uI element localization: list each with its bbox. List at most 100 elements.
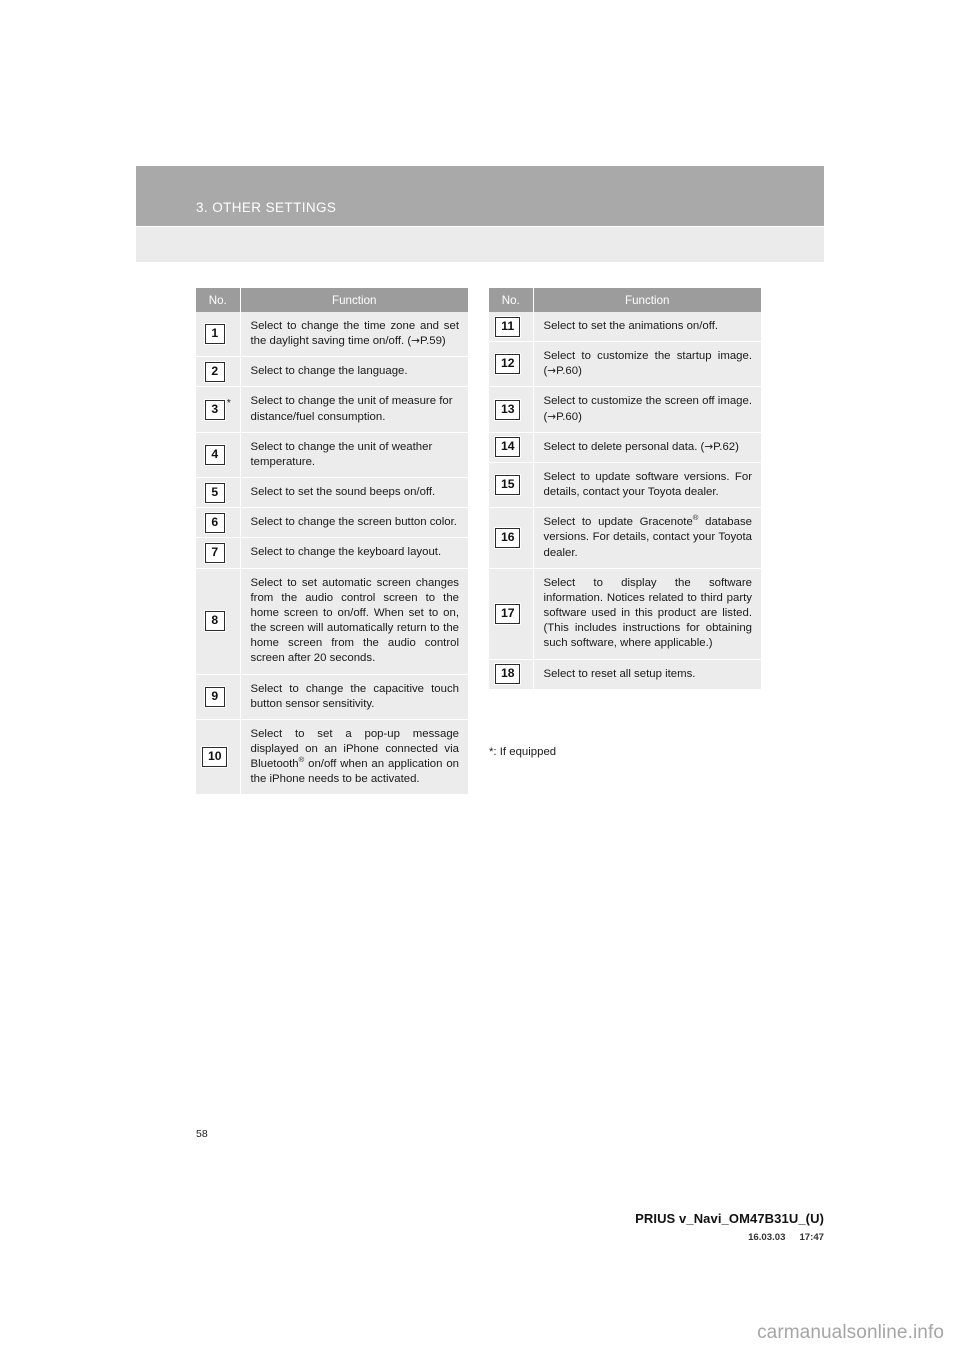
row-function-cell: Select to delete personal data. (→P.62) — [533, 432, 761, 463]
number-box-icon: 18 — [494, 663, 526, 686]
number-box-icon: 4 — [203, 443, 231, 466]
row-function-cell: Select to set a pop-up message displayed… — [240, 719, 468, 795]
number-box-icon: 5 — [203, 481, 231, 504]
number-box-icon: 12 — [494, 353, 526, 376]
table-row: 14 Select to delete personal data. (→P.62… — [489, 432, 761, 463]
arrow-icon: → — [704, 440, 714, 453]
number-box-icon: 2 — [203, 360, 231, 383]
row-number-cell: 13 — [489, 386, 534, 433]
number-box-icon: 13 — [494, 398, 526, 421]
table-row: 11 Select to set the animations on/off. — [489, 312, 761, 343]
column-header-function: Function — [533, 288, 761, 312]
site-watermark: carmanualsonline.info — [757, 1322, 944, 1343]
number-box-value: 5 — [203, 481, 226, 504]
number-box-value: 8 — [203, 610, 226, 633]
row-function-cell: Select to change the capacitive touch bu… — [240, 674, 468, 720]
table-row: 5 Select to set the sound beeps on/off. — [196, 477, 468, 509]
table-header-row: No. Function — [489, 288, 761, 312]
row-function-cell: Select to set automatic screen changes f… — [240, 568, 468, 675]
registered-mark: ® — [692, 513, 699, 523]
row-number-cell: 15 — [489, 462, 534, 509]
table-row: 9 Select to change the capacitive touch b… — [196, 674, 468, 720]
table-row: 10 Select to set a pop-up message display… — [196, 719, 468, 795]
number-box-value: 2 — [203, 360, 226, 383]
chapter-title: 3. OTHER SETTINGS — [196, 200, 337, 215]
page-number: 58 — [196, 1128, 208, 1140]
number-box-value: 4 — [203, 443, 226, 466]
table-body-right: 11 Select to set the animations on/off. 12… — [489, 312, 761, 689]
row-number-cell: 14 — [489, 432, 534, 463]
footnote-if-equipped: *: If equipped — [489, 746, 557, 758]
arrow-icon: → — [547, 410, 557, 423]
number-box-value: 16 — [494, 526, 522, 549]
row-function-cell: Select to change the unit of weather tem… — [240, 432, 468, 479]
row-function-cell: Select to set the sound beeps on/off. — [240, 477, 468, 509]
number-box-value: 11 — [494, 315, 522, 338]
asterisk-icon: * — [226, 397, 231, 409]
number-box-value: 1 — [203, 323, 226, 346]
row-function-cell: Select to customize the screen off image… — [533, 386, 761, 433]
row-number-cell: 5 — [196, 477, 241, 509]
number-box-value: 15 — [494, 474, 522, 497]
number-box-icon: 8 — [203, 610, 231, 633]
row-function-cell: Select to display the software informati… — [533, 568, 761, 660]
number-box-icon: 16 — [494, 526, 526, 549]
number-box-icon: 17 — [494, 602, 526, 625]
column-header-no: No. — [196, 288, 241, 312]
number-box-value: 17 — [494, 602, 522, 625]
number-box-value: 7 — [203, 541, 226, 564]
number-box-icon: 3 * — [203, 397, 231, 421]
row-function-cell: Select to set the animations on/off. — [533, 312, 761, 343]
row-function-cell: Select to update Gracenote® database ver… — [533, 507, 761, 569]
arrow-icon: → — [547, 365, 557, 378]
number-box-icon: 9 — [203, 685, 231, 708]
chapter-header-band — [136, 166, 824, 226]
table-row: 16 Select to update Gracenote® database v… — [489, 507, 761, 569]
row-number-cell: 9 — [196, 674, 241, 720]
number-box-value: 13 — [494, 398, 522, 421]
number-box-value: 18 — [494, 663, 522, 686]
column-header-no: No. — [489, 288, 534, 312]
number-box-icon: 6 — [203, 511, 231, 534]
table-row: 7 Select to change the keyboard layout. — [196, 537, 468, 569]
row-number-cell: 12 — [489, 341, 534, 388]
number-box-icon: 10 — [201, 746, 233, 769]
number-box-icon: 11 — [494, 315, 526, 338]
table-row: 6 Select to change the screen button colo… — [196, 507, 468, 539]
table-header-row: No. Function — [196, 288, 468, 312]
row-number-cell: 16 — [489, 507, 534, 569]
table-row: 13 Select to customize the screen off ima… — [489, 386, 761, 433]
row-function-cell: Select to reset all setup items. — [533, 659, 761, 689]
row-number-cell: 17 — [489, 568, 534, 660]
number-box-icon: 15 — [494, 474, 526, 497]
row-function-cell: Select to customize the startup image. (… — [533, 341, 761, 388]
number-box-icon: 14 — [494, 436, 526, 459]
stamp-time: 17:47 — [799, 1232, 824, 1243]
document-id: PRIUS v_Navi_OM47B31U_(U) — [635, 1211, 824, 1226]
row-function-cell: Select to change the language. — [240, 356, 468, 388]
row-number-cell: 3 * — [196, 386, 241, 433]
stamp-date: 16.03.03 — [748, 1232, 786, 1243]
column-header-function: Function — [240, 288, 468, 312]
registered-mark: ® — [298, 755, 305, 765]
table-row: 2 Select to change the language. — [196, 356, 468, 388]
document-stamp: 16.03.03 17:47 — [0, 1232, 824, 1243]
row-number-cell: 6 — [196, 507, 241, 539]
row-number-cell: 10 — [196, 719, 241, 795]
table-row: 4 Select to change the unit of weather te… — [196, 432, 468, 479]
settings-table-right: No. Function 11 Select to set the animati… — [489, 288, 761, 689]
number-box-icon: 7 — [203, 541, 231, 564]
table-row: 18 Select to reset all setup items. — [489, 659, 761, 689]
number-box-value: 14 — [494, 436, 522, 459]
number-box-icon: 1 — [203, 323, 231, 346]
number-box-value: 3 — [203, 398, 226, 421]
number-box-value: 12 — [494, 353, 522, 376]
row-function-cell: Select to change the screen button color… — [240, 507, 468, 539]
table-row: 8 Select to set automatic screen changes … — [196, 568, 468, 675]
table-row: 3 * Select to change the unit of measure f… — [196, 386, 468, 433]
table-row: 1 Select to change the time zone and set … — [196, 312, 468, 358]
arrow-icon: → — [411, 335, 420, 348]
settings-table-left: No. Function 1 Select to change the time … — [196, 288, 468, 795]
number-box-value: 9 — [203, 685, 226, 708]
row-function-cell: Select to change the keyboard layout. — [240, 537, 468, 569]
